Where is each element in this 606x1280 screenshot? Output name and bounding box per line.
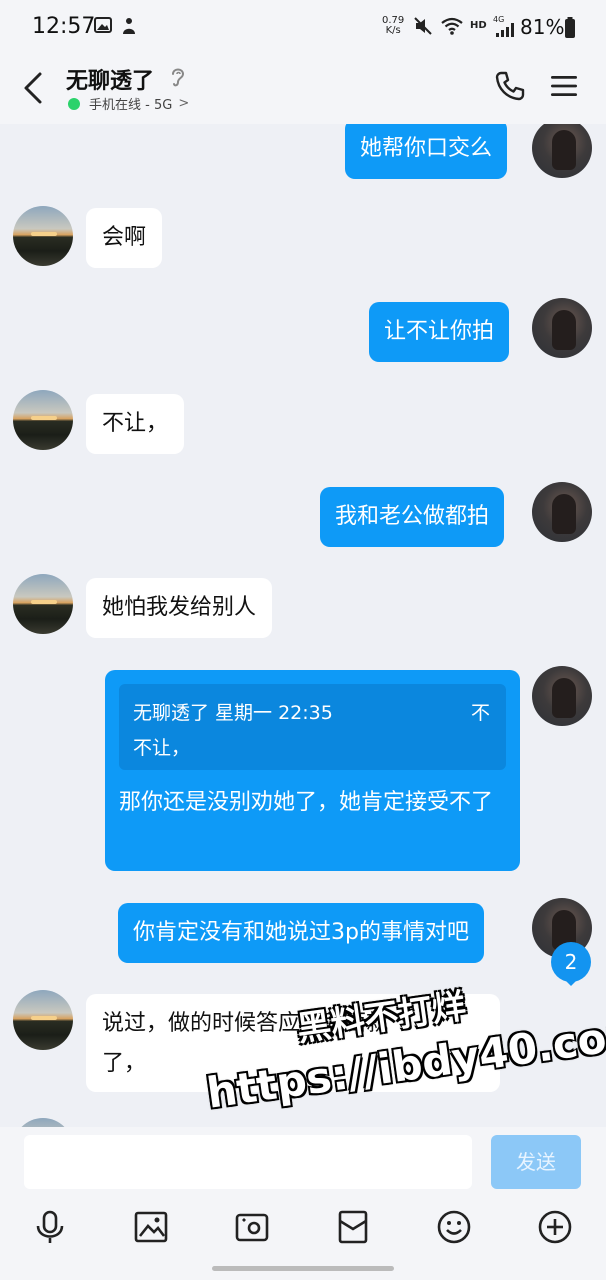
network-speed: 0.79 K/s xyxy=(382,15,405,36)
message-bubble-in[interactable]: 她怕我发给别人 xyxy=(86,578,273,638)
phone-call-icon[interactable] xyxy=(494,70,526,106)
status-bar: 12:57 0.79 K/s HD 4G 81% xyxy=(0,0,606,56)
unread-count-badge[interactable]: 2 xyxy=(551,942,591,982)
chat-header: 无聊透了 手机在线 - 5G > xyxy=(0,56,606,124)
battery-percent: 81% xyxy=(520,15,565,39)
back-arrow-icon[interactable] xyxy=(20,70,48,106)
quoted-message[interactable]: 无聊透了 星期一 22:35 不 不让， xyxy=(119,684,506,770)
plus-icon[interactable] xyxy=(537,1209,573,1245)
contact-avatar[interactable] xyxy=(13,990,73,1050)
camera-icon[interactable] xyxy=(234,1209,270,1245)
chat-title[interactable]: 无聊透了 xyxy=(66,63,154,95)
hearing-icon xyxy=(170,66,186,92)
reply-text: 那你还是没别劝她了，她肯定接受不了 xyxy=(119,790,494,815)
status-time: 12:57 xyxy=(32,14,96,39)
online-dot-icon xyxy=(68,97,80,110)
app-notification-icon xyxy=(120,16,138,40)
message-bubble-in[interactable]: 会啊 xyxy=(86,208,163,268)
message-input[interactable] xyxy=(24,1135,472,1189)
my-avatar[interactable] xyxy=(532,298,592,358)
send-button[interactable]: 发送 xyxy=(491,1135,581,1189)
quoted-sender-time: 无聊透了 星期一 22:35 xyxy=(133,702,333,724)
my-avatar[interactable] xyxy=(532,124,592,178)
message-list[interactable]: 她帮你口交么 会啊 让不让你拍 不让， 我和老公做都拍 她怕我发给别人 无聊透了… xyxy=(0,124,606,1127)
online-status[interactable]: 手机在线 - 5G > xyxy=(68,94,189,113)
gallery-notification-icon xyxy=(94,16,112,38)
quoted-text: 不让， xyxy=(133,737,191,759)
contact-avatar[interactable] xyxy=(13,206,73,266)
contact-avatar[interactable] xyxy=(13,390,73,450)
my-avatar[interactable] xyxy=(532,666,592,726)
image-icon[interactable] xyxy=(133,1209,169,1245)
message-bubble-in[interactable]: 不让， xyxy=(86,394,185,454)
message-bubble-out[interactable]: 她帮你口交么 xyxy=(345,124,508,179)
menu-icon[interactable] xyxy=(550,74,578,102)
emoji-icon[interactable] xyxy=(436,1209,472,1245)
input-bar: 发送 xyxy=(0,1127,606,1280)
home-indicator[interactable] xyxy=(212,1266,394,1271)
microphone-icon[interactable] xyxy=(32,1209,68,1245)
chevron-right-icon: > xyxy=(178,96,190,111)
online-status-text: 手机在线 - 5G xyxy=(89,98,173,113)
quote-reply-bubble[interactable]: 无聊透了 星期一 22:35 不 不让， 那你还是没别劝她了，她肯定接受不了 xyxy=(105,670,520,871)
message-bubble-in[interactable]: 说过，做的时候答应，后面就 了， xyxy=(86,994,500,1092)
message-bubble-out[interactable]: 我和老公做都拍 xyxy=(320,487,505,547)
quoted-preview-char: 不 xyxy=(471,702,491,724)
signal-icon xyxy=(496,22,514,41)
contact-avatar[interactable] xyxy=(13,574,73,634)
wifi-icon xyxy=(440,16,464,40)
battery-icon xyxy=(564,17,576,43)
badge-tail xyxy=(563,978,579,986)
message-bubble-out[interactable]: 让不让你拍 xyxy=(369,302,510,362)
mute-icon xyxy=(413,16,433,40)
red-packet-icon[interactable] xyxy=(335,1209,371,1245)
message-line: 说过，做的时候答应，后面就 xyxy=(102,1011,389,1036)
hd-indicator: HD xyxy=(470,20,487,31)
my-avatar[interactable] xyxy=(532,482,592,542)
message-bubble-out[interactable]: 你肯定没有和她说过3p的事情对吧 xyxy=(118,903,484,963)
message-line: 了， xyxy=(102,1051,147,1076)
contact-avatar[interactable] xyxy=(13,1118,73,1127)
